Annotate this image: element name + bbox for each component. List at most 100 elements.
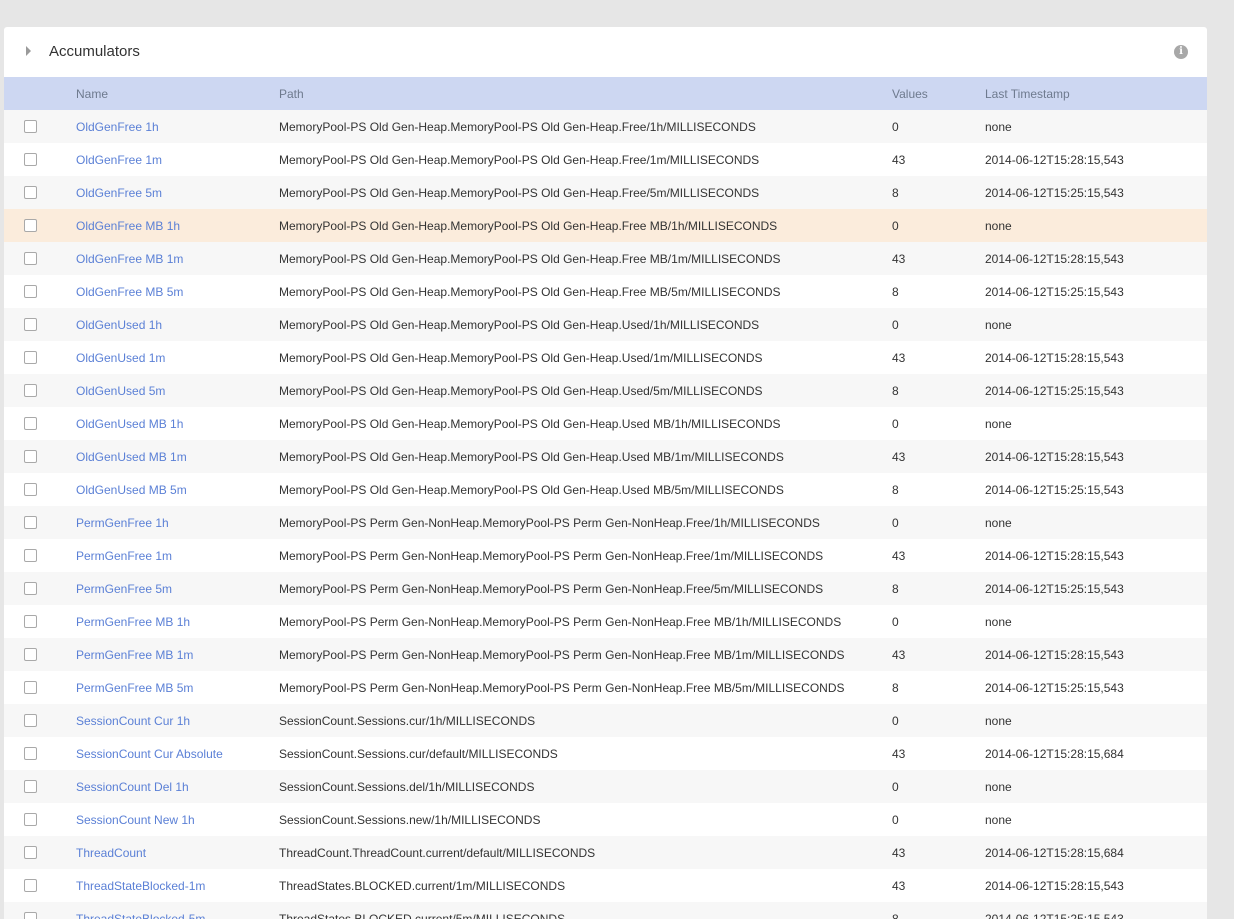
row-name-cell: OldGenUsed MB 1m	[76, 440, 279, 473]
table-row[interactable]: OldGenUsed 1h MemoryPool-PS Old Gen-Heap.…	[4, 308, 1207, 341]
row-checkbox[interactable]	[24, 186, 37, 199]
table-row[interactable]: OldGenFree 5m MemoryPool-PS Old Gen-Heap.…	[4, 176, 1207, 209]
row-checkbox[interactable]	[24, 285, 37, 298]
row-values: 0	[892, 713, 899, 728]
row-name-link[interactable]: OldGenFree MB 1h	[76, 219, 180, 233]
table-row[interactable]: OldGenFree 1m MemoryPool-PS Old Gen-Heap.…	[4, 143, 1207, 176]
row-name-link[interactable]: PermGenFree 1h	[76, 516, 169, 530]
row-path: MemoryPool-PS Perm Gen-NonHeap.MemoryPoo…	[279, 614, 842, 629]
table-row[interactable]: OldGenFree 1h MemoryPool-PS Old Gen-Heap.…	[4, 110, 1207, 143]
table-row[interactable]: SessionCount Cur Absolute SessionCount.Se…	[4, 737, 1207, 770]
row-name-link[interactable]: OldGenFree 1m	[76, 153, 162, 167]
row-name-link[interactable]: ThreadStateBlocked-1m	[76, 879, 205, 893]
row-name-link[interactable]: OldGenUsed 1m	[76, 351, 165, 365]
row-checkbox[interactable]	[24, 648, 37, 661]
row-name-link[interactable]: SessionCount New 1h	[76, 813, 195, 827]
row-checkbox[interactable]	[24, 351, 37, 364]
row-name-link[interactable]: SessionCount Cur Absolute	[76, 747, 223, 761]
table-row[interactable]: PermGenFree MB 1h MemoryPool-PS Perm Gen-…	[4, 605, 1207, 638]
row-checkbox[interactable]	[24, 318, 37, 331]
table-row[interactable]: OldGenUsed 5m MemoryPool-PS Old Gen-Heap.…	[4, 374, 1207, 407]
table-row[interactable]: OldGenUsed MB 1h MemoryPool-PS Old Gen-He…	[4, 407, 1207, 440]
row-name-cell: PermGenFree MB 1m	[76, 638, 279, 671]
row-name-cell: SessionCount Cur Absolute	[76, 737, 279, 770]
row-name-link[interactable]: OldGenFree MB 5m	[76, 285, 183, 299]
row-name-link[interactable]: OldGenFree 1h	[76, 120, 159, 134]
row-checkbox-cell	[4, 539, 76, 572]
table-row[interactable]: PermGenFree 5m MemoryPool-PS Perm Gen-Non…	[4, 572, 1207, 605]
row-values: 43	[892, 845, 906, 860]
caret-right-icon[interactable]	[26, 46, 31, 56]
row-checkbox[interactable]	[24, 615, 37, 628]
row-checkbox[interactable]	[24, 483, 37, 496]
row-path: MemoryPool-PS Old Gen-Heap.MemoryPool-PS…	[279, 350, 763, 365]
header-values[interactable]: Values	[892, 77, 985, 110]
row-checkbox[interactable]	[24, 516, 37, 529]
table-row[interactable]: OldGenFree MB 5m MemoryPool-PS Old Gen-He…	[4, 275, 1207, 308]
table-row[interactable]: ThreadStateBlocked-1m ThreadStates.BLOCKE…	[4, 869, 1207, 902]
table-row[interactable]: OldGenFree MB 1h MemoryPool-PS Old Gen-He…	[4, 209, 1207, 242]
row-checkbox[interactable]	[24, 417, 37, 430]
row-path: SessionCount.Sessions.new/1h/MILLISECOND…	[279, 812, 541, 827]
row-checkbox[interactable]	[24, 219, 37, 232]
row-name-link[interactable]: PermGenFree MB 5m	[76, 681, 193, 695]
row-name-cell: SessionCount Del 1h	[76, 770, 279, 803]
row-name-link[interactable]: SessionCount Del 1h	[76, 780, 189, 794]
row-checkbox[interactable]	[24, 714, 37, 727]
table-row[interactable]: ThreadCount ThreadCount.ThreadCount.curre…	[4, 836, 1207, 869]
row-name-link[interactable]: ThreadStateBlocked-5m	[76, 912, 205, 919]
row-checkbox[interactable]	[24, 549, 37, 562]
row-checkbox[interactable]	[24, 846, 37, 859]
row-checkbox[interactable]	[24, 252, 37, 265]
row-name-link[interactable]: OldGenFree MB 1m	[76, 252, 183, 266]
row-checkbox[interactable]	[24, 813, 37, 826]
row-checkbox[interactable]	[24, 912, 37, 919]
row-checkbox[interactable]	[24, 780, 37, 793]
header-last-timestamp[interactable]: Last Timestamp	[985, 77, 1207, 110]
table-row[interactable]: ThreadStateBlocked-5m ThreadStates.BLOCKE…	[4, 902, 1207, 919]
row-checkbox[interactable]	[24, 582, 37, 595]
row-checkbox[interactable]	[24, 450, 37, 463]
row-checkbox[interactable]	[24, 384, 37, 397]
row-name-link[interactable]: OldGenFree 5m	[76, 186, 162, 200]
row-last-timestamp: 2014-06-12T15:25:15,543	[985, 284, 1124, 299]
row-name-link[interactable]: SessionCount Cur 1h	[76, 714, 190, 728]
row-checkbox[interactable]	[24, 747, 37, 760]
row-name-link[interactable]: OldGenUsed MB 5m	[76, 483, 187, 497]
row-name-link[interactable]: OldGenUsed MB 1m	[76, 450, 187, 464]
row-name-link[interactable]: OldGenUsed 5m	[76, 384, 165, 398]
header-path[interactable]: Path	[279, 77, 892, 110]
row-checkbox[interactable]	[24, 681, 37, 694]
table-row[interactable]: PermGenFree 1h MemoryPool-PS Perm Gen-Non…	[4, 506, 1207, 539]
row-checkbox[interactable]	[24, 879, 37, 892]
table-row[interactable]: SessionCount Del 1h SessionCount.Sessions…	[4, 770, 1207, 803]
table-row[interactable]: PermGenFree MB 1m MemoryPool-PS Perm Gen-…	[4, 638, 1207, 671]
row-name-link[interactable]: OldGenUsed MB 1h	[76, 417, 183, 431]
table-row[interactable]: OldGenUsed MB 1m MemoryPool-PS Old Gen-He…	[4, 440, 1207, 473]
table-row[interactable]: OldGenUsed 1m MemoryPool-PS Old Gen-Heap.…	[4, 341, 1207, 374]
row-values: 8	[892, 581, 899, 596]
row-name-cell: ThreadStateBlocked-1m	[76, 869, 279, 902]
row-name-link[interactable]: OldGenUsed 1h	[76, 318, 162, 332]
row-name-link[interactable]: ThreadCount	[76, 846, 146, 860]
row-name-link[interactable]: PermGenFree MB 1m	[76, 648, 193, 662]
row-values: 8	[892, 383, 899, 398]
row-checkbox[interactable]	[24, 153, 37, 166]
table-row[interactable]: PermGenFree 1m MemoryPool-PS Perm Gen-Non…	[4, 539, 1207, 572]
row-checkbox-cell	[4, 770, 76, 803]
row-last-timestamp: 2014-06-12T15:25:15,543	[985, 680, 1124, 695]
table-row[interactable]: SessionCount New 1h SessionCount.Sessions…	[4, 803, 1207, 836]
row-name-cell: PermGenFree MB 5m	[76, 671, 279, 704]
panel-header[interactable]: Accumulators i	[4, 27, 1207, 77]
row-name-link[interactable]: PermGenFree MB 1h	[76, 615, 190, 629]
row-name-link[interactable]: PermGenFree 1m	[76, 549, 172, 563]
table-row[interactable]: OldGenFree MB 1m MemoryPool-PS Old Gen-He…	[4, 242, 1207, 275]
table-row[interactable]: PermGenFree MB 5m MemoryPool-PS Perm Gen-…	[4, 671, 1207, 704]
row-name-link[interactable]: PermGenFree 5m	[76, 582, 172, 596]
row-checkbox[interactable]	[24, 120, 37, 133]
header-name[interactable]: Name	[76, 77, 279, 110]
row-path: MemoryPool-PS Perm Gen-NonHeap.MemoryPoo…	[279, 647, 845, 662]
table-row[interactable]: SessionCount Cur 1h SessionCount.Sessions…	[4, 704, 1207, 737]
info-icon[interactable]: i	[1174, 45, 1188, 59]
table-row[interactable]: OldGenUsed MB 5m MemoryPool-PS Old Gen-He…	[4, 473, 1207, 506]
